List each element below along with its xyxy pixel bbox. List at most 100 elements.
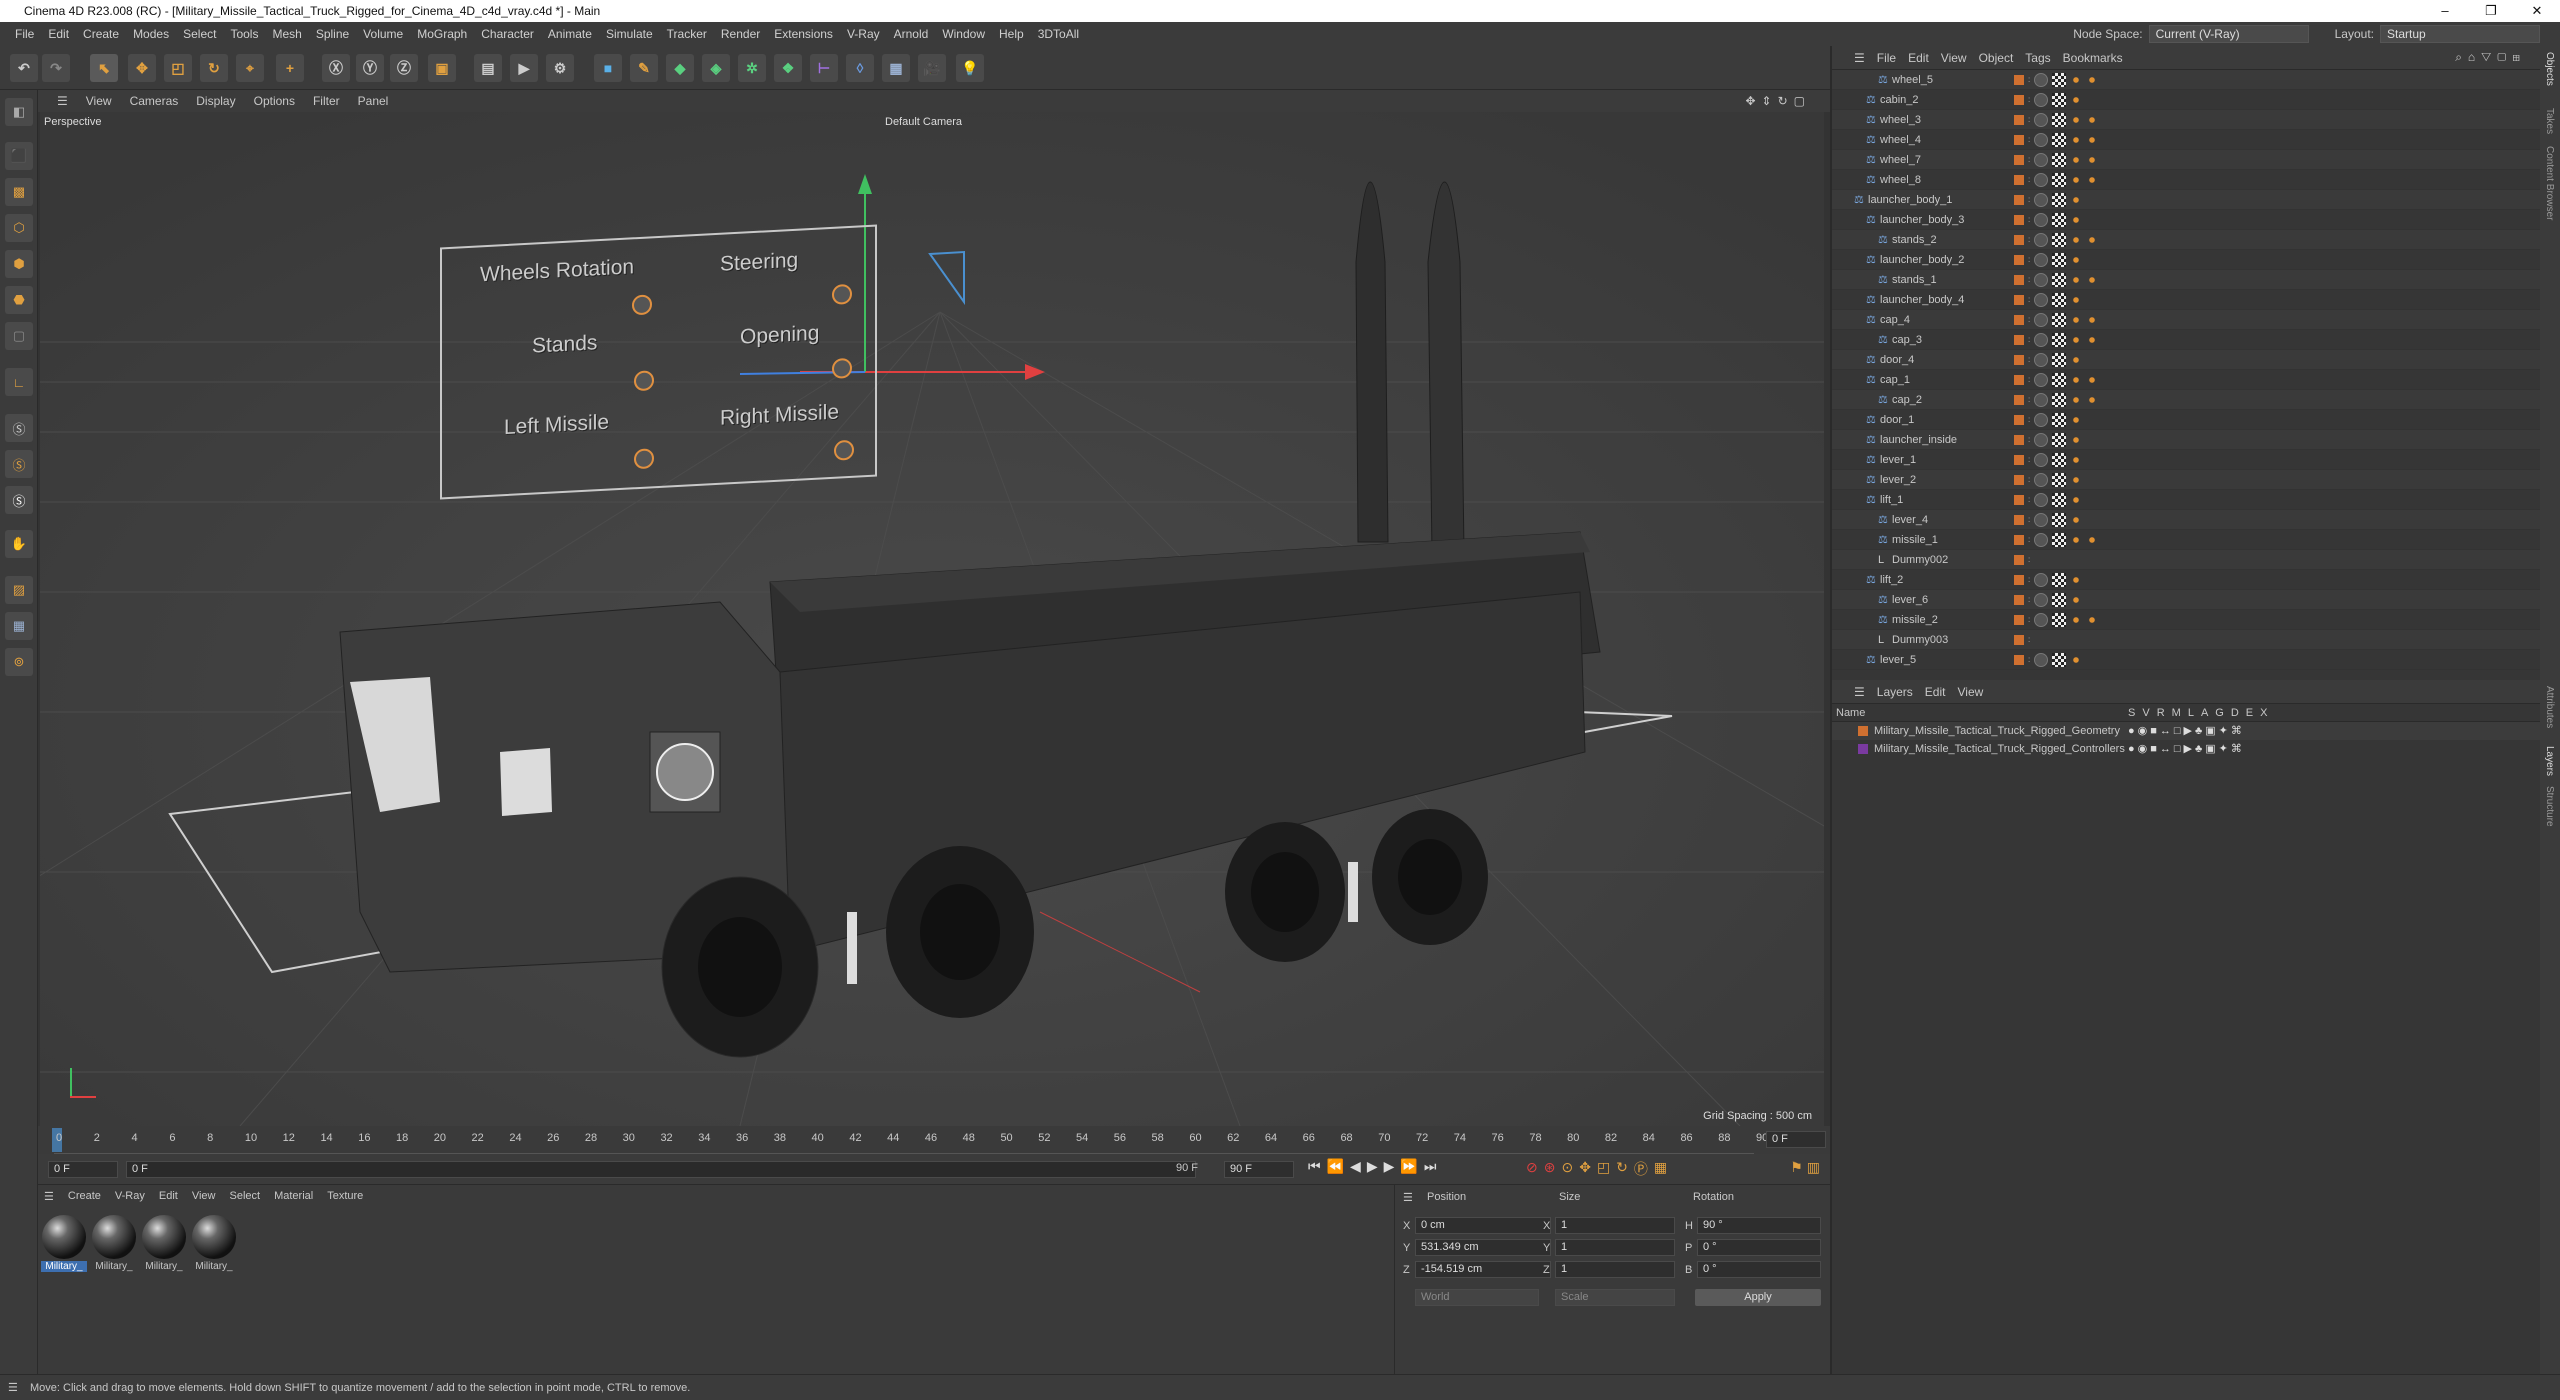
material-tag-icon[interactable]: [2034, 212, 2049, 227]
constraint-tag-icon[interactable]: [2086, 113, 2099, 126]
hamburger-icon[interactable]: ☰: [48, 94, 77, 108]
object-row[interactable]: ⚖ launcher_body_1:: [1832, 190, 2540, 210]
layer-color-icon[interactable]: [2014, 114, 2024, 125]
object-name[interactable]: Dummy003: [1892, 634, 1948, 646]
layer-name[interactable]: Military_Missile_Tactical_Truck_Rigged_G…: [1874, 725, 2120, 737]
vp-menu-panel[interactable]: Panel: [349, 94, 398, 108]
object-row[interactable]: ⚖ lift_2:: [1832, 570, 2540, 590]
material-tag-icon[interactable]: [2034, 192, 2049, 207]
restore-button[interactable]: ❐: [2468, 0, 2514, 22]
menu-tracker[interactable]: Tracker: [660, 27, 714, 41]
rotation-key-icon[interactable]: ↻: [1616, 1159, 1628, 1179]
play-icon[interactable]: ▶: [1367, 1158, 1378, 1175]
object-name[interactable]: cabin_2: [1880, 94, 1919, 106]
ik-tag-icon[interactable]: [2070, 613, 2083, 626]
menu-extensions[interactable]: Extensions: [767, 27, 840, 41]
z-axis-icon[interactable]: Ⓩ: [390, 54, 418, 82]
object-row[interactable]: ⚖ door_1:: [1832, 410, 2540, 430]
mat-menu-material[interactable]: Material: [274, 1190, 313, 1202]
layer-color-icon[interactable]: [2014, 554, 2024, 565]
menu-spline[interactable]: Spline: [309, 27, 356, 41]
constraint-tag-icon[interactable]: [2086, 533, 2099, 546]
material-thumbnail[interactable]: [142, 1215, 186, 1259]
checker-tag-icon[interactable]: [2052, 112, 2067, 127]
layer-color-icon[interactable]: [2014, 634, 2024, 645]
material-tag-icon[interactable]: [2034, 292, 2049, 307]
object-row[interactable]: ⚖ launcher_body_2:: [1832, 250, 2540, 270]
size-y-field[interactable]: 1: [1555, 1239, 1675, 1256]
y-axis-icon[interactable]: Ⓨ: [356, 54, 384, 82]
checker-tag-icon[interactable]: [2052, 392, 2067, 407]
ik-tag-icon[interactable]: [2070, 133, 2083, 146]
timeline-end-field[interactable]: 0 F: [1766, 1131, 1826, 1148]
size-x-field[interactable]: 1: [1555, 1217, 1675, 1234]
layer-color-swatch[interactable]: [1858, 744, 1868, 754]
position-y-field[interactable]: 531.349 cm: [1415, 1239, 1551, 1256]
ik-tag-icon[interactable]: [2070, 453, 2083, 466]
uv-mode-icon[interactable]: ▢: [5, 322, 33, 350]
object-name[interactable]: lever_6: [1892, 594, 1928, 606]
right-missile-handle[interactable]: [834, 439, 854, 461]
material-tag-icon[interactable]: [2034, 432, 2049, 447]
layer-color-icon[interactable]: [2014, 394, 2024, 405]
ik-tag-icon[interactable]: [2070, 353, 2083, 366]
object-name[interactable]: stands_1: [1892, 274, 1937, 286]
constraint-tag-icon[interactable]: [2086, 153, 2099, 166]
layer-color-icon[interactable]: [2014, 234, 2024, 245]
checker-tag-icon[interactable]: [2052, 512, 2067, 527]
visibility-icon[interactable]: :: [2028, 455, 2030, 464]
material-tag-icon[interactable]: [2034, 612, 2049, 627]
om-menu-bookmarks[interactable]: Bookmarks: [2057, 51, 2129, 65]
rotation-b-field[interactable]: 0 °: [1697, 1261, 1821, 1278]
checker-tag-icon[interactable]: [2052, 292, 2067, 307]
render-region-icon[interactable]: ▤: [474, 54, 502, 82]
ik-tag-icon[interactable]: [2070, 513, 2083, 526]
object-name[interactable]: door_4: [1880, 354, 1914, 366]
checker-tag-icon[interactable]: [2052, 472, 2067, 487]
material-tag-icon[interactable]: [2034, 352, 2049, 367]
ik-tag-icon[interactable]: [2070, 653, 2083, 666]
menu-3dtoall[interactable]: 3DToAll: [1031, 27, 1086, 41]
material-tag-icon[interactable]: [2034, 372, 2049, 387]
ik-tag-icon[interactable]: [2070, 313, 2083, 326]
om-toolbar-icons[interactable]: ⌕⌂▽▢⊞: [2449, 50, 2532, 65]
layer-color-icon[interactable]: [2014, 214, 2024, 225]
object-row[interactable]: ⚖ cap_1:: [1832, 370, 2540, 390]
hamburger-icon[interactable]: ☰: [8, 1381, 18, 1394]
constraint-tag-icon[interactable]: [2086, 393, 2099, 406]
ik-tag-icon[interactable]: [2070, 593, 2083, 606]
vp-menu-options[interactable]: Options: [245, 94, 304, 108]
material-thumbnail[interactable]: [192, 1215, 236, 1259]
cube-icon[interactable]: ■: [594, 54, 622, 82]
paint-icon[interactable]: ✋: [5, 530, 33, 558]
checker-tag-icon[interactable]: [2052, 192, 2067, 207]
material-label[interactable]: Military_: [91, 1261, 137, 1272]
tab-takes[interactable]: Takes: [2544, 108, 2555, 134]
object-row[interactable]: ⚖ missile_1:: [1832, 530, 2540, 550]
layer-color-icon[interactable]: [2014, 354, 2024, 365]
checker-tag-icon[interactable]: [2052, 252, 2067, 267]
om-menu-object[interactable]: Object: [1973, 51, 2020, 65]
visibility-icon[interactable]: :: [2028, 135, 2030, 144]
object-name[interactable]: wheel_7: [1880, 154, 1921, 166]
lm-menu-view[interactable]: View: [1951, 685, 1989, 699]
visibility-icon[interactable]: :: [2028, 415, 2030, 424]
visibility-icon[interactable]: :: [2028, 515, 2030, 524]
vp-menu-filter[interactable]: Filter: [304, 94, 349, 108]
menu-file[interactable]: File: [8, 27, 41, 41]
stands-handle[interactable]: [634, 370, 654, 392]
f-curve-icon[interactable]: ▥: [1807, 1159, 1820, 1176]
visibility-icon[interactable]: :: [2028, 195, 2030, 204]
menu-arnold[interactable]: Arnold: [887, 27, 936, 41]
visibility-icon[interactable]: :: [2028, 395, 2030, 404]
om-menu-tags[interactable]: Tags: [2019, 51, 2056, 65]
om-menu-view[interactable]: View: [1935, 51, 1973, 65]
visibility-icon[interactable]: :: [2028, 555, 2030, 564]
layer-color-icon[interactable]: [2014, 314, 2024, 325]
object-row[interactable]: ⚖ cabin_2:: [1832, 90, 2540, 110]
scale-key-icon[interactable]: ◰: [1597, 1159, 1610, 1179]
workplane-icon[interactable]: ▨: [5, 576, 33, 604]
lm-menu-edit[interactable]: Edit: [1919, 685, 1952, 699]
material-tag-icon[interactable]: [2034, 252, 2049, 267]
visibility-icon[interactable]: :: [2028, 95, 2030, 104]
